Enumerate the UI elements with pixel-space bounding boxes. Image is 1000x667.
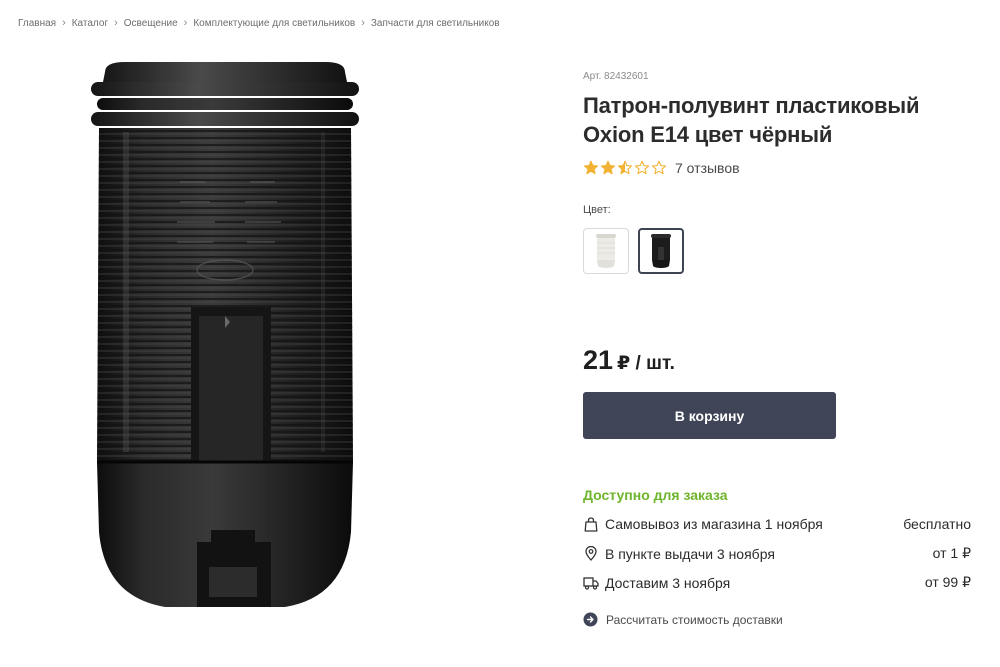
calculate-delivery-label: Рассчитать стоимость доставки bbox=[606, 612, 783, 627]
white-socket-thumbnail bbox=[596, 234, 616, 268]
delivery-label: В пункте выдачи 3 ноября bbox=[605, 545, 775, 562]
chevron-right-icon: › bbox=[183, 17, 188, 29]
star-icon bbox=[600, 160, 616, 175]
swatch-white[interactable] bbox=[583, 228, 629, 274]
truck-icon bbox=[583, 575, 599, 591]
breadcrumb-components[interactable]: Комплектующие для светильников bbox=[193, 18, 355, 29]
breadcrumb-home[interactable]: Главная bbox=[18, 18, 56, 29]
color-swatches bbox=[583, 228, 684, 274]
delivery-label: Самовывоз из магазина 1 ноября bbox=[605, 516, 823, 532]
delivery-price: бесплатно bbox=[903, 516, 971, 532]
product-title: Патрон-полувинт пластиковый Oxion E14 цв… bbox=[583, 93, 920, 147]
product-price: 21 ₽ / шт. bbox=[583, 345, 675, 376]
star-icon bbox=[583, 160, 599, 175]
price-unit: ₽ / шт. bbox=[617, 353, 675, 374]
color-label: Цвет: bbox=[583, 204, 611, 216]
star-icon bbox=[634, 160, 650, 175]
delivery-price: от 99 ₽ bbox=[924, 574, 971, 590]
delivery-option-pickup: Самовывоз из магазина 1 ноября бесплатно bbox=[583, 516, 971, 532]
product-rating: 7 отзывов bbox=[583, 160, 740, 176]
breadcrumb-spare-parts[interactable]: Запчасти для светильников bbox=[371, 18, 500, 29]
arrow-circle-icon bbox=[583, 612, 598, 627]
map-pin-icon bbox=[583, 546, 599, 562]
reviews-link[interactable]: 7 отзывов bbox=[675, 160, 740, 176]
delivery-option-pickup-point: В пункте выдачи 3 ноября от 1 ₽ bbox=[583, 545, 971, 562]
availability-status: Доступно для заказа bbox=[583, 487, 728, 503]
price-value: 21 bbox=[583, 345, 614, 375]
chevron-right-icon: › bbox=[114, 17, 118, 29]
delivery-option-courier: Доставим 3 ноября от 99 ₽ bbox=[583, 574, 971, 591]
chevron-right-icon: › bbox=[62, 17, 66, 29]
delivery-label: Доставим 3 ноября bbox=[605, 574, 731, 591]
breadcrumb: Главная › Каталог › Освещение › Комплект… bbox=[18, 17, 500, 29]
add-to-cart-button[interactable]: В корзину bbox=[583, 392, 836, 439]
star-icon bbox=[617, 160, 633, 175]
star-icon bbox=[651, 160, 667, 175]
product-sku: Арт. 82432601 bbox=[583, 71, 649, 82]
chevron-right-icon: › bbox=[361, 17, 365, 29]
breadcrumb-catalog[interactable]: Каталог bbox=[72, 18, 108, 29]
shopping-bag-icon bbox=[583, 516, 599, 532]
lamp-socket-image bbox=[91, 62, 359, 607]
product-image[interactable] bbox=[85, 62, 365, 610]
black-socket-thumbnail bbox=[651, 234, 671, 268]
swatch-black[interactable] bbox=[638, 228, 684, 274]
calculate-delivery-link[interactable]: Рассчитать стоимость доставки bbox=[583, 612, 783, 627]
delivery-price: от 1 ₽ bbox=[932, 545, 971, 561]
breadcrumb-lighting[interactable]: Освещение bbox=[124, 18, 178, 29]
rating-stars[interactable] bbox=[583, 160, 667, 176]
